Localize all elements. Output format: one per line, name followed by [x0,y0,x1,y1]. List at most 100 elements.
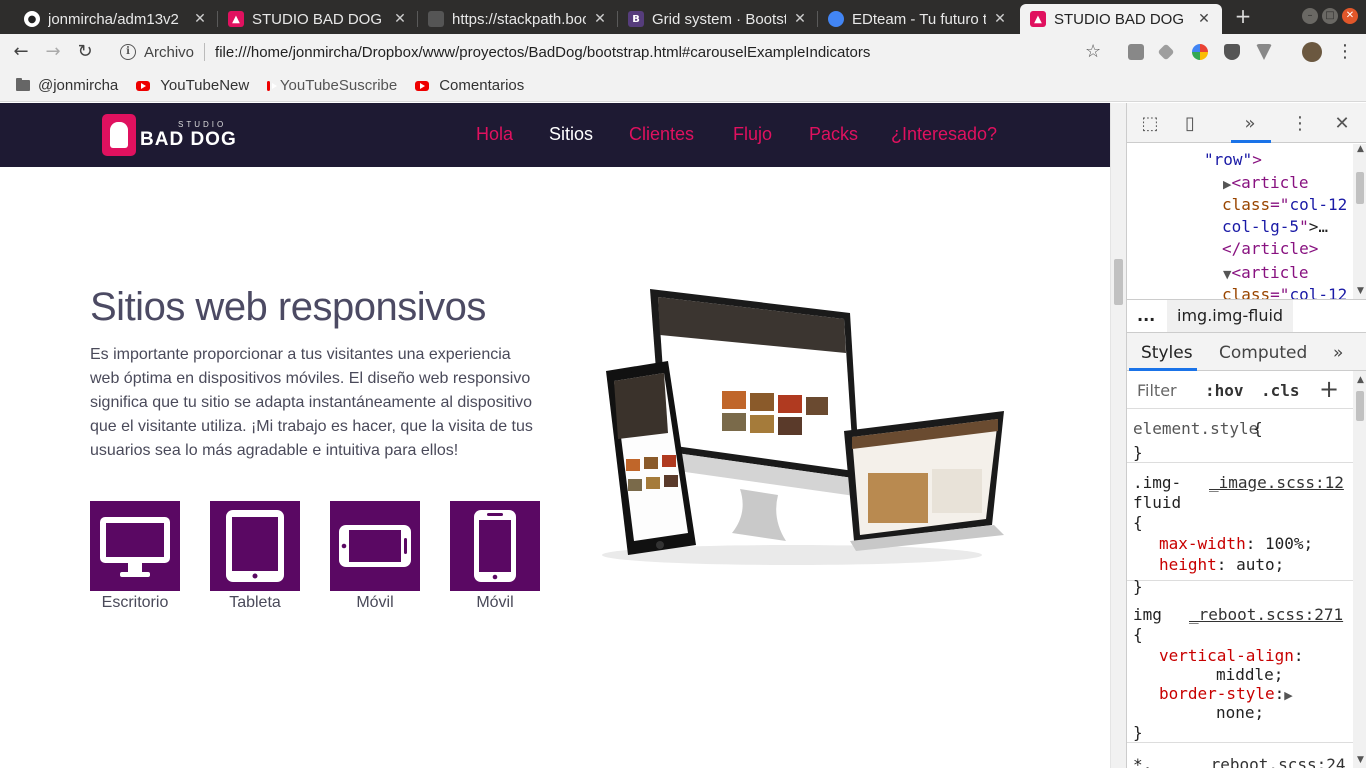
tab-bootstrap-grid[interactable]: B Grid system · Bootstrap ✕ [618,4,818,34]
phone-portrait-icon [474,510,516,582]
menu-item-interesado[interactable]: ¿Interesado? [891,124,997,145]
new-tab-button[interactable]: + [1232,5,1254,27]
site-logo[interactable]: STUDIO BAD DOG [102,113,237,157]
address-url[interactable]: file:///home/jonmircha/Dropbox/www/proye… [215,44,870,61]
dom-scrollbar[interactable]: ▲ ▼ [1353,144,1366,299]
css-property[interactable]: vertical-align [1159,646,1294,665]
address-scheme: Archivo [144,43,195,61]
address-bar[interactable]: i Archivo file:///home/jonmircha/Dropbox… [108,37,1118,67]
rule-source-link[interactable]: _image.scss:12 [1209,473,1344,493]
back-button[interactable]: ← [10,41,32,63]
avatar[interactable] [1302,42,1322,62]
menu-item-packs[interactable]: Packs [809,124,858,145]
bookmark-label: YouTubeSuscribe [279,77,398,94]
devtools-toolbar: ⬚ ▯ » ⋮ ✕ [1127,103,1366,143]
tab-stackpath[interactable]: https://stackpath.bootstrapcdn.com ✕ [418,4,618,34]
rule-selector: fluid [1133,493,1182,512]
youtube-icon [136,80,151,91]
extension-s-icon[interactable] [1128,44,1144,60]
styles-scrollbar[interactable]: ▲ ▼ [1353,371,1366,768]
dom-tag[interactable]: </article> [1222,239,1318,258]
menu-item-hola[interactable]: Hola [476,124,513,145]
inspect-element-icon[interactable]: ⬚ [1139,113,1161,135]
styles-tabs: Styles Computed » [1127,333,1366,371]
tab-strip: ● jonmircha/adm13v2 ✕ ▲ STUDIO BAD DOG ✕… [0,0,1366,34]
close-window-button[interactable]: ✕ [1342,8,1358,24]
css-value[interactable]: none; [1216,703,1264,723]
new-rule-button[interactable]: + [1319,375,1339,403]
minimize-button[interactable]: – [1302,8,1318,24]
window-controls: – □ ✕ [1302,8,1358,24]
github-icon: ● [24,11,40,27]
info-icon[interactable]: i [120,44,136,60]
tab-studio-bad-dog[interactable]: ▲ STUDIO BAD DOG ✕ [218,4,418,34]
dom-attr-name: class [1222,195,1271,214]
tab-studio-bad-dog-active[interactable]: ▲ STUDIO BAD DOG ✕ [1020,4,1222,34]
extension-color-icon[interactable] [1192,44,1208,60]
hov-toggle[interactable]: :hov [1205,381,1244,400]
close-icon[interactable]: ✕ [392,11,408,27]
extension-v-icon[interactable] [1256,44,1272,60]
styles-filter-input[interactable]: Filter [1137,381,1177,400]
expand-triangle-icon[interactable]: ▶ [1284,689,1292,702]
dom-tag[interactable]: <article [1231,263,1308,282]
breadcrumb-selected[interactable]: img.img-fluid [1167,300,1294,332]
dom-tag[interactable]: <article [1231,173,1308,192]
close-icon[interactable]: ✕ [592,11,608,27]
close-icon[interactable]: ✕ [792,11,808,27]
menu-item-clientes[interactable]: Clientes [629,124,694,145]
breadcrumb-more[interactable]: ... [1137,306,1155,325]
extension-diamond-icon[interactable] [1157,43,1175,61]
css-property[interactable]: max-width [1159,534,1246,553]
css-property[interactable]: border-style [1159,684,1275,703]
device-toolbar-icon[interactable]: ▯ [1179,113,1201,135]
site-navbar: STUDIO BAD DOG Hola Sitios Clientes Fluj… [0,103,1110,167]
maximize-button[interactable]: □ [1322,8,1338,24]
bookmark-item[interactable]: YouTubeNew [136,77,249,94]
dom-ellipsis[interactable]: >… [1309,217,1328,236]
close-icon[interactable]: ✕ [1196,11,1212,27]
close-icon[interactable]: ✕ [192,11,208,27]
tab-styles[interactable]: Styles [1141,343,1193,363]
section-paragraph: Es importante proporcionar a tus visitan… [90,346,533,459]
devtools-menu-icon[interactable]: ⋮ [1289,113,1311,135]
rule-source-link[interactable]: _reboot.scss:24 [1201,755,1346,768]
tab-title: https://stackpath.bootstrapcdn.com [452,10,586,28]
close-icon[interactable]: ✕ [992,11,1008,27]
bookmark-folder[interactable]: @jonmircha [16,77,118,94]
device-item: Tableta [210,501,300,612]
menu-kebab-icon[interactable]: ⋮ [1334,41,1356,63]
menu-item-flujo[interactable]: Flujo [733,124,772,145]
bookmark-label: YouTubeNew [160,77,250,94]
tab-title: EDteam - Tu futuro tech [852,10,986,28]
pocket-icon[interactable] [1224,44,1240,60]
cls-toggle[interactable]: .cls [1261,381,1300,400]
bookmark-item[interactable]: YouTubeSuscribe [267,77,397,94]
page-scrollbar[interactable] [1110,103,1126,768]
bookmark-item[interactable]: Comentarios [415,77,524,94]
tab-computed[interactable]: Computed [1219,343,1307,363]
forward-button[interactable]: → [42,41,64,63]
tab-github[interactable]: ● jonmircha/adm13v2 ✕ [14,4,218,34]
close-devtools-icon[interactable]: ✕ [1331,113,1353,135]
device-label: Escritorio [101,594,169,611]
more-tabs-icon[interactable]: » [1239,113,1261,135]
css-property[interactable]: height [1159,555,1217,574]
css-value[interactable]: auto; [1236,555,1284,574]
page-scrollbar-thumb[interactable] [1114,259,1123,305]
reload-button[interactable]: ↻ [74,41,96,63]
more-panels-icon[interactable]: » [1333,343,1343,363]
device-item: Escritorio [90,501,180,612]
css-value[interactable]: middle; [1216,665,1283,685]
menu-item-sitios[interactable]: Sitios [549,124,593,145]
folder-icon [16,78,30,91]
edteam-icon [828,11,844,27]
dom-tree[interactable]: "row"> ▶<article class="col-12 col-lg-5"… [1127,144,1353,299]
device-item: Móvil [450,501,540,612]
rule-source-link[interactable]: _reboot.scss:271 [1189,605,1343,625]
monitor-icon [100,517,170,577]
bookmark-star-icon[interactable]: ☆ [1085,41,1101,62]
css-value[interactable]: 100%; [1265,534,1313,553]
tab-edteam[interactable]: EDteam - Tu futuro tech ✕ [818,4,1018,34]
tab-title: Grid system · Bootstrap [652,10,786,28]
